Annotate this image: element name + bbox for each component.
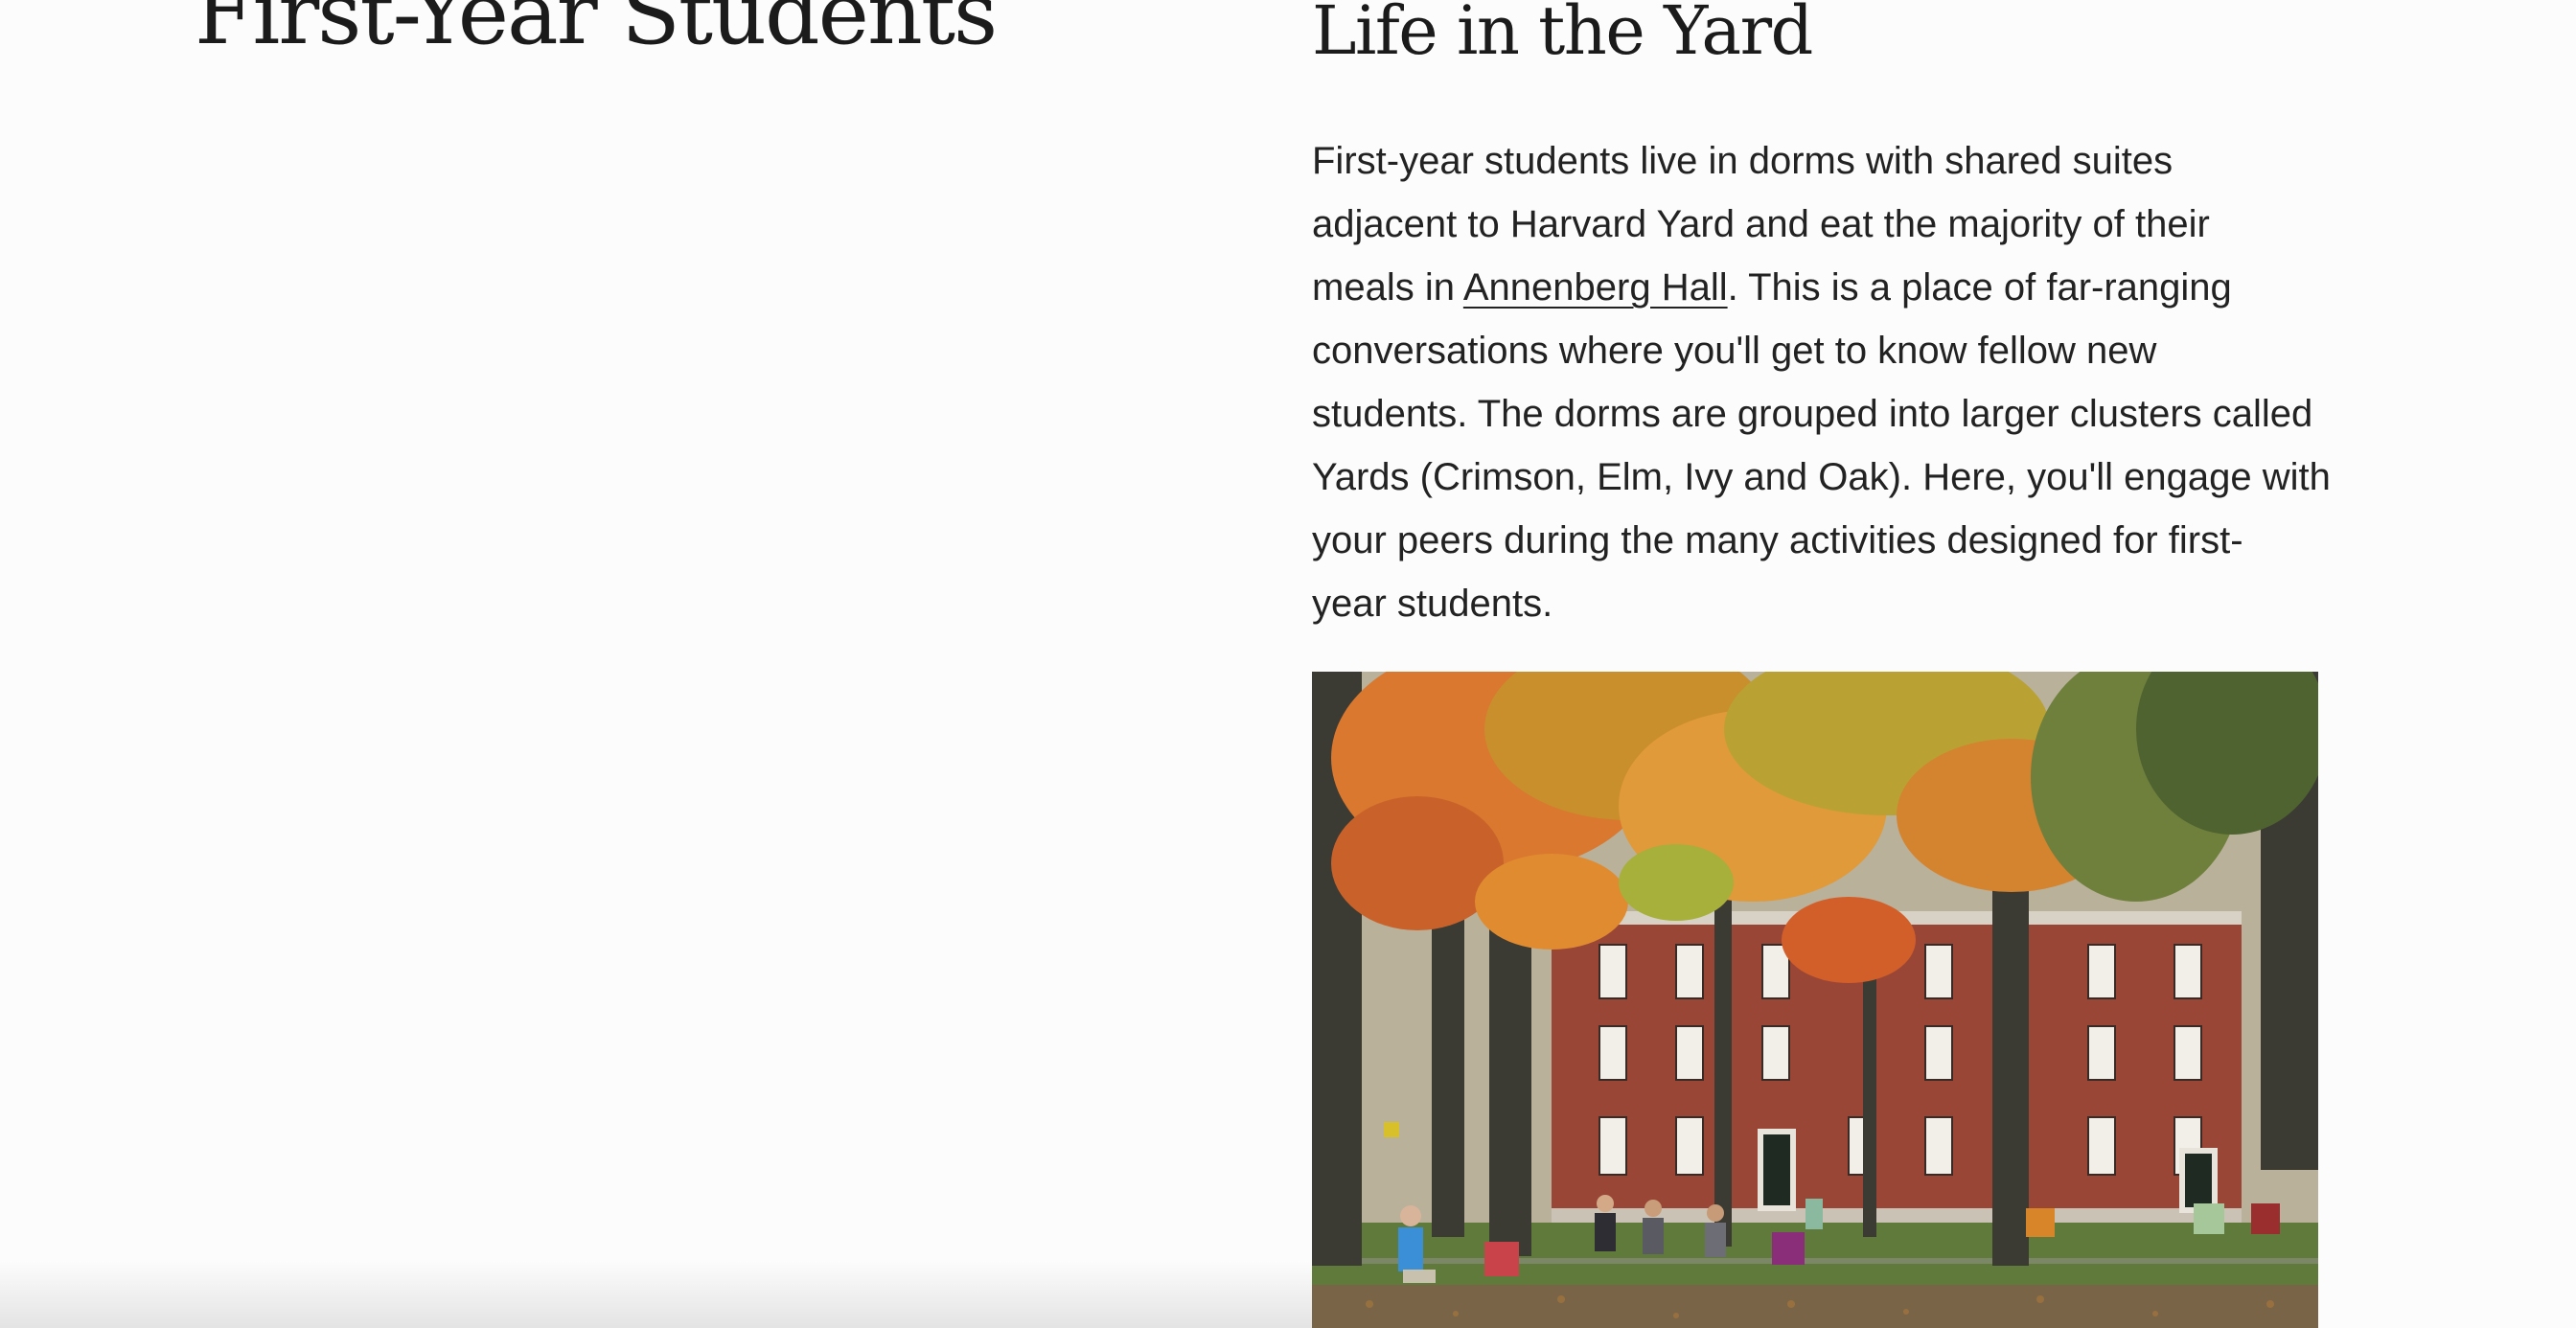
paragraph-line: adjacent to Harvard Yard and eat the maj… [1312,203,2210,245]
section-title: Life in the Yard [1312,0,1813,70]
harvard-yard-photo [1312,672,2318,1328]
paragraph-line: meals in Annenberg Hall. This is a place… [1312,256,2328,319]
annenberg-hall-link[interactable]: Annenberg Hall [1463,266,1728,309]
page-title: First-Year Students [195,0,998,64]
paragraph-line: students. The dorms are grouped into lar… [1312,393,2313,435]
bottom-fade [0,1261,1312,1328]
paragraph-line: conversations where you'll get to know f… [1312,330,2157,372]
section-paragraph: First-year students live in dorms with s… [1312,129,2331,635]
paragraph-text: meals in [1312,266,1463,309]
paragraph-line: your peers during the many activities de… [1312,519,2243,561]
paragraph-text: . This is a place of far-ranging [1727,266,2232,309]
paragraph-line: year students. [1312,583,1553,625]
paragraph-line: Yards (Crimson, Elm, Ivy and Oak). Here,… [1312,456,2331,498]
paragraph-line: First-year students live in dorms with s… [1312,140,2174,182]
